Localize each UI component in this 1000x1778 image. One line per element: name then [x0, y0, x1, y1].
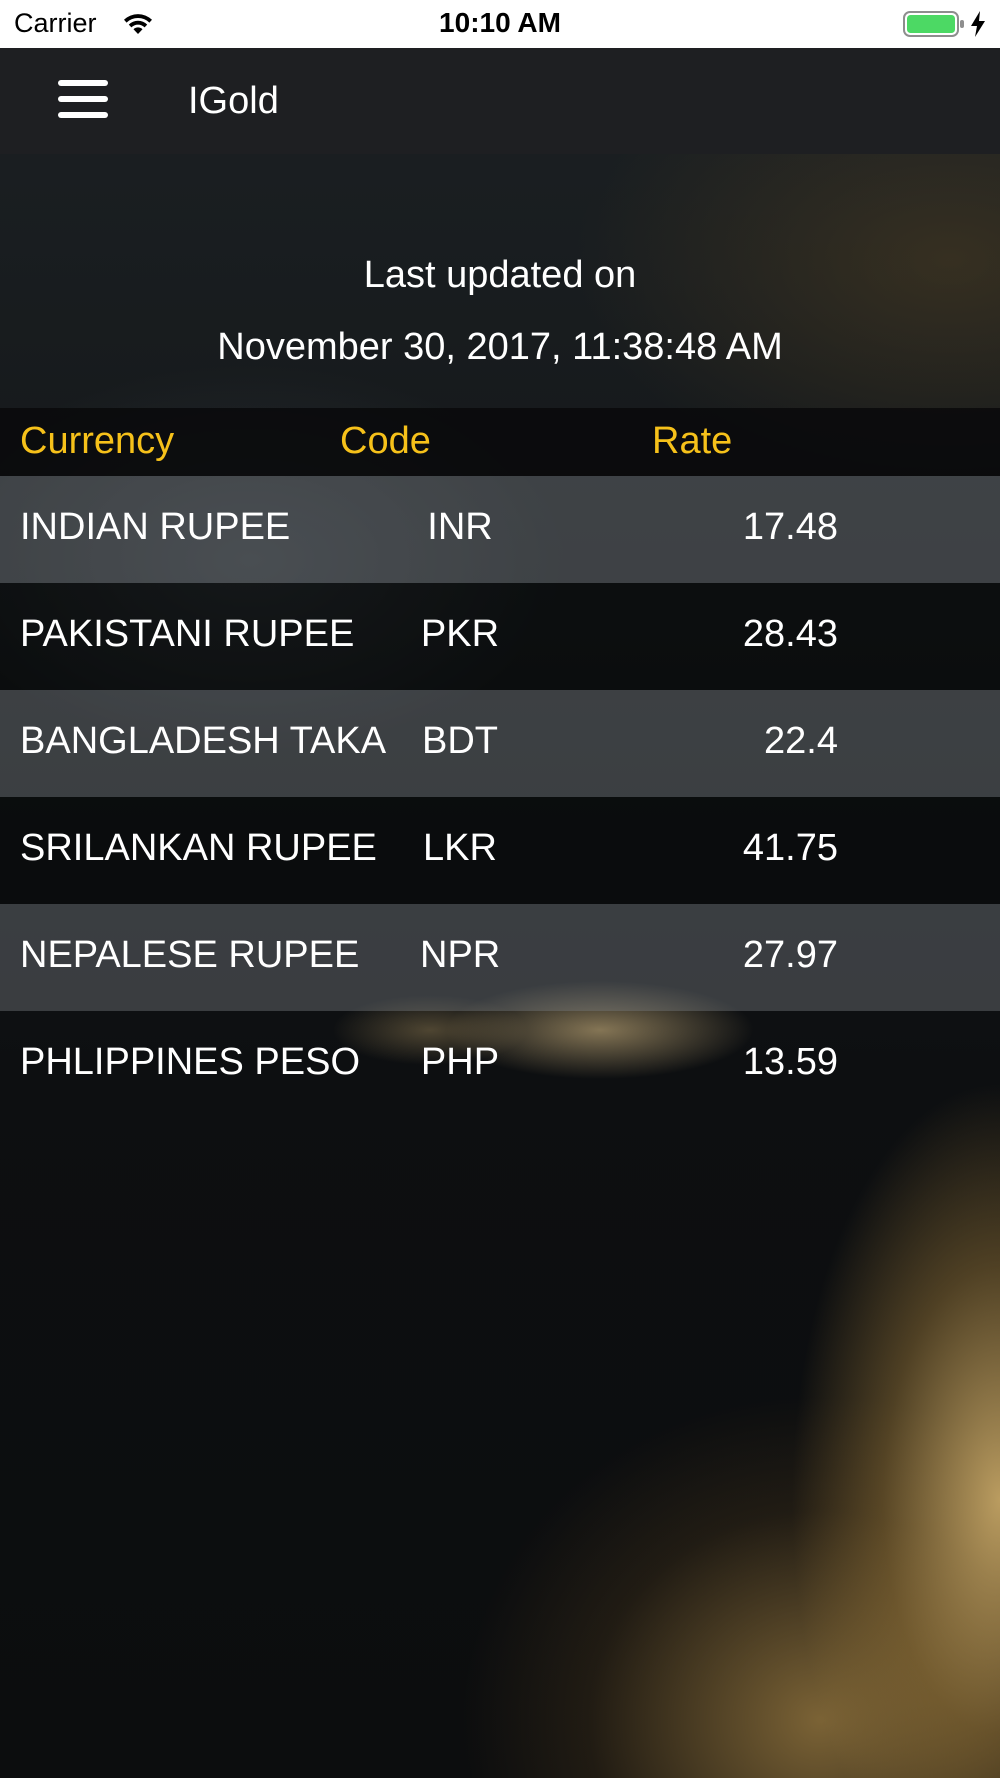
currency-rate: 27.97: [742, 934, 838, 976]
currency-code: LKR: [423, 827, 497, 869]
navigation-bar: IGold: [0, 48, 1000, 154]
currency-rate: 13.59: [742, 1041, 838, 1083]
currency-code: NPR: [420, 934, 501, 976]
currency-rate: 41.75: [742, 827, 838, 869]
currency-name: PAKISTANI RUPEE: [20, 613, 355, 655]
currency-rate: 28.43: [742, 613, 838, 655]
last-updated-date: November 30, 2017, 11:38:48 AM: [217, 326, 783, 368]
hamburger-menu-icon[interactable]: [56, 80, 112, 122]
table-row[interactable]: PHLIPPINES PESO PHP 13.59: [0, 1011, 1000, 1118]
currency-name: INDIAN RUPEE: [20, 506, 291, 548]
table-row[interactable]: BANGLADESH TAKA BDT 22.4: [0, 690, 1000, 797]
column-header-rate: Rate: [652, 420, 733, 462]
currency-code: INR: [427, 506, 493, 548]
currency-code: BDT: [422, 720, 498, 762]
currency-name: BANGLADESH TAKA: [20, 720, 387, 762]
column-header-code: Code: [340, 420, 431, 462]
status-time: 10:10 AM: [439, 7, 561, 38]
column-header-currency: Currency: [20, 420, 175, 462]
currency-name: SRILANKAN RUPEE: [20, 827, 377, 869]
currency-code: PKR: [420, 613, 500, 655]
battery-icon: [903, 11, 964, 37]
app-title: IGold: [188, 80, 279, 122]
currency-name: PHLIPPINES PESO: [20, 1041, 361, 1083]
table-row[interactable]: INDIAN RUPEE INR 17.48: [0, 476, 1000, 583]
currency-rate: 17.48: [742, 506, 838, 548]
currency-rate: 22.4: [764, 720, 838, 762]
currency-name: NEPALESE RUPEE: [20, 934, 360, 976]
bolt-icon: [971, 11, 985, 37]
rates-table-header: Currency Code Rate: [0, 408, 1000, 476]
status-bar: Carrier 10:10 AM: [0, 0, 1000, 48]
rates-table: INDIAN RUPEE INR 17.48 PAKISTANI RUPEE P…: [0, 476, 1000, 1118]
table-row[interactable]: PAKISTANI RUPEE PKR 28.43: [0, 583, 1000, 690]
table-row[interactable]: NEPALESE RUPEE NPR 27.97: [0, 904, 1000, 1011]
currency-code: PHP: [420, 1041, 500, 1083]
last-updated-label: Last updated on: [363, 254, 637, 296]
table-row[interactable]: SRILANKAN RUPEE LKR 41.75: [0, 797, 1000, 904]
